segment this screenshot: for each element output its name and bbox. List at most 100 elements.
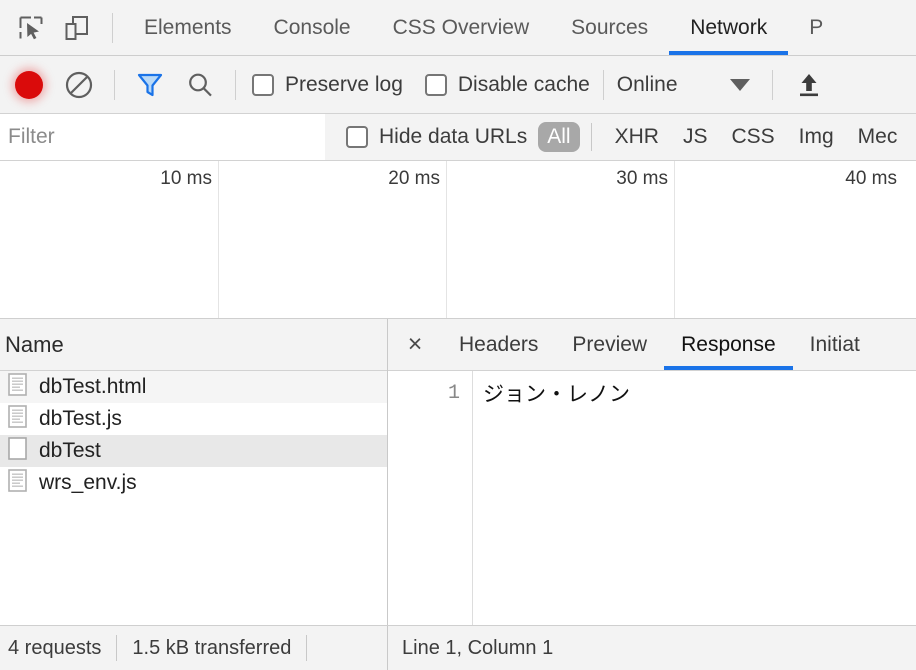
record-button-icon: [15, 70, 43, 99]
tab-sources[interactable]: Sources: [550, 0, 669, 55]
search-button[interactable]: [175, 63, 225, 107]
timeline-tick: 40 ms: [675, 161, 903, 318]
toolbar-divider: [771, 69, 773, 100]
search-icon: [189, 73, 212, 96]
close-icon[interactable]: ×: [388, 319, 442, 370]
request-row-wrs-env-js[interactable]: wrs_env.js: [0, 467, 387, 499]
status-divider: [306, 635, 308, 661]
timeline-tick: 30 ms: [447, 161, 675, 318]
detail-tab-bar: × Headers Preview Response Initiat: [388, 319, 916, 371]
timeline-tick: 20 ms: [219, 161, 447, 318]
clear-icon: [65, 71, 93, 98]
tab-label: P: [809, 15, 824, 39]
device-toolbar-icon[interactable]: [54, 5, 100, 51]
filter-button[interactable]: [125, 63, 175, 107]
disable-cache-checkbox[interactable]: Disable cache: [424, 72, 590, 97]
request-count: 4 requests: [8, 636, 102, 659]
request-name: dbTest.js: [39, 407, 122, 430]
document-icon: [8, 404, 27, 434]
chevron-down-icon[interactable]: [729, 78, 750, 91]
timeline-tick: 10 ms: [0, 161, 219, 318]
status-bar: 4 requests 1.5 kB transferred Line 1, Co…: [0, 625, 916, 670]
filter-funnel-icon: [137, 73, 163, 96]
tab-response[interactable]: Response: [664, 319, 793, 370]
tab-label: Elements: [144, 15, 232, 39]
tab-label: Network: [690, 15, 768, 39]
tab-css-overview[interactable]: CSS Overview: [372, 0, 551, 55]
response-body: 1 ジョン・レノン: [388, 371, 916, 625]
request-row-dbtest-html[interactable]: dbTest.html: [0, 371, 387, 403]
tab-initiator-partial[interactable]: Initiat: [793, 319, 877, 370]
tab-label: Sources: [571, 15, 649, 39]
type-filter-js[interactable]: JS: [671, 125, 720, 149]
cursor-position: Line 1, Column 1: [402, 636, 554, 659]
request-rows: dbTest.html dbTest.js dbTest wrs_env.js: [0, 371, 387, 625]
devtools-window: Elements Console CSS Overview Sources Ne…: [0, 0, 916, 670]
tab-headers[interactable]: Headers: [442, 319, 555, 370]
type-filter-all[interactable]: All: [538, 121, 580, 153]
filter-divider: [590, 123, 592, 151]
tab-network[interactable]: Network: [669, 0, 789, 55]
clear-button[interactable]: [54, 63, 104, 107]
document-icon: [8, 372, 27, 402]
status-bar-right: Line 1, Column 1: [388, 637, 553, 660]
tab-preview[interactable]: Preview: [555, 319, 664, 370]
throttling-value[interactable]: Online: [617, 73, 678, 97]
checkbox-box: [252, 73, 274, 96]
tab-label: Response: [681, 332, 776, 356]
checkbox-box: [346, 126, 368, 148]
tab-label: Console: [273, 15, 351, 39]
close-glyph: ×: [407, 330, 423, 358]
network-toolbar: Preserve log Disable cache Online: [0, 56, 916, 114]
line-number: 1: [447, 382, 460, 405]
document-icon: [8, 468, 27, 498]
preserve-log-label: Preserve log: [285, 72, 403, 96]
type-filter-media[interactable]: Mec: [846, 125, 910, 149]
transferred-size: 1.5 kB transferred: [132, 636, 292, 659]
blank-document-icon: [8, 436, 27, 466]
response-content[interactable]: ジョン・レノン: [473, 371, 916, 625]
line-number-gutter: 1: [388, 371, 473, 625]
tab-console[interactable]: Console: [253, 0, 372, 55]
request-list-panel: Name dbTest.html dbTest.js dbTest wrs_en…: [0, 319, 388, 625]
toolbar-divider: [112, 12, 113, 43]
tab-label: Initiat: [809, 332, 860, 356]
import-har-icon: [799, 73, 818, 96]
request-name: wrs_env.js: [39, 471, 137, 494]
devtools-tab-bar: Elements Console CSS Overview Sources Ne…: [0, 0, 916, 56]
type-filter-img[interactable]: Img: [787, 125, 846, 149]
request-name: dbTest.html: [39, 375, 147, 398]
tab-label: Preview: [572, 332, 648, 356]
status-bar-left: 4 requests 1.5 kB transferred: [0, 626, 388, 670]
status-divider: [116, 635, 118, 661]
toolbar-divider: [114, 69, 115, 100]
column-header-name: Name: [5, 331, 64, 357]
type-filter-css[interactable]: CSS: [719, 125, 786, 149]
filter-input[interactable]: [0, 114, 325, 160]
toolbar-divider: [235, 69, 236, 100]
inspect-cursor-icon[interactable]: [8, 5, 54, 51]
tab-performance-partial[interactable]: P: [788, 0, 844, 55]
network-main-area: Name dbTest.html dbTest.js dbTest wrs_en…: [0, 319, 916, 625]
type-filter-xhr[interactable]: XHR: [603, 125, 671, 149]
disable-cache-label: Disable cache: [457, 72, 590, 96]
import-har-button[interactable]: [789, 63, 829, 107]
tab-label: CSS Overview: [392, 15, 530, 39]
request-list-header[interactable]: Name: [0, 319, 387, 371]
tab-label: Headers: [459, 332, 539, 356]
request-name: dbTest: [39, 439, 101, 462]
request-row-dbtest-js[interactable]: dbTest.js: [0, 403, 387, 435]
timeline-tick-label: 10 ms: [160, 168, 212, 189]
timeline-tick-label: 40 ms: [845, 168, 897, 189]
preserve-log-checkbox[interactable]: Preserve log: [252, 73, 403, 97]
hide-data-urls-checkbox[interactable]: Hide data URLs: [346, 125, 527, 149]
timeline-tick-label: 30 ms: [616, 168, 668, 189]
record-button[interactable]: [4, 63, 54, 107]
network-filter-bar: Hide data URLs All XHR JS CSS Img Mec: [0, 114, 916, 161]
tab-elements[interactable]: Elements: [123, 0, 253, 55]
request-row-dbtest[interactable]: dbTest: [0, 435, 387, 467]
network-timeline-overview[interactable]: 10 ms 20 ms 30 ms 40 ms: [0, 161, 916, 319]
toolbar-divider: [602, 69, 604, 100]
request-detail-panel: × Headers Preview Response Initiat 1 ジョン…: [388, 319, 916, 625]
checkbox-box: [424, 73, 447, 96]
